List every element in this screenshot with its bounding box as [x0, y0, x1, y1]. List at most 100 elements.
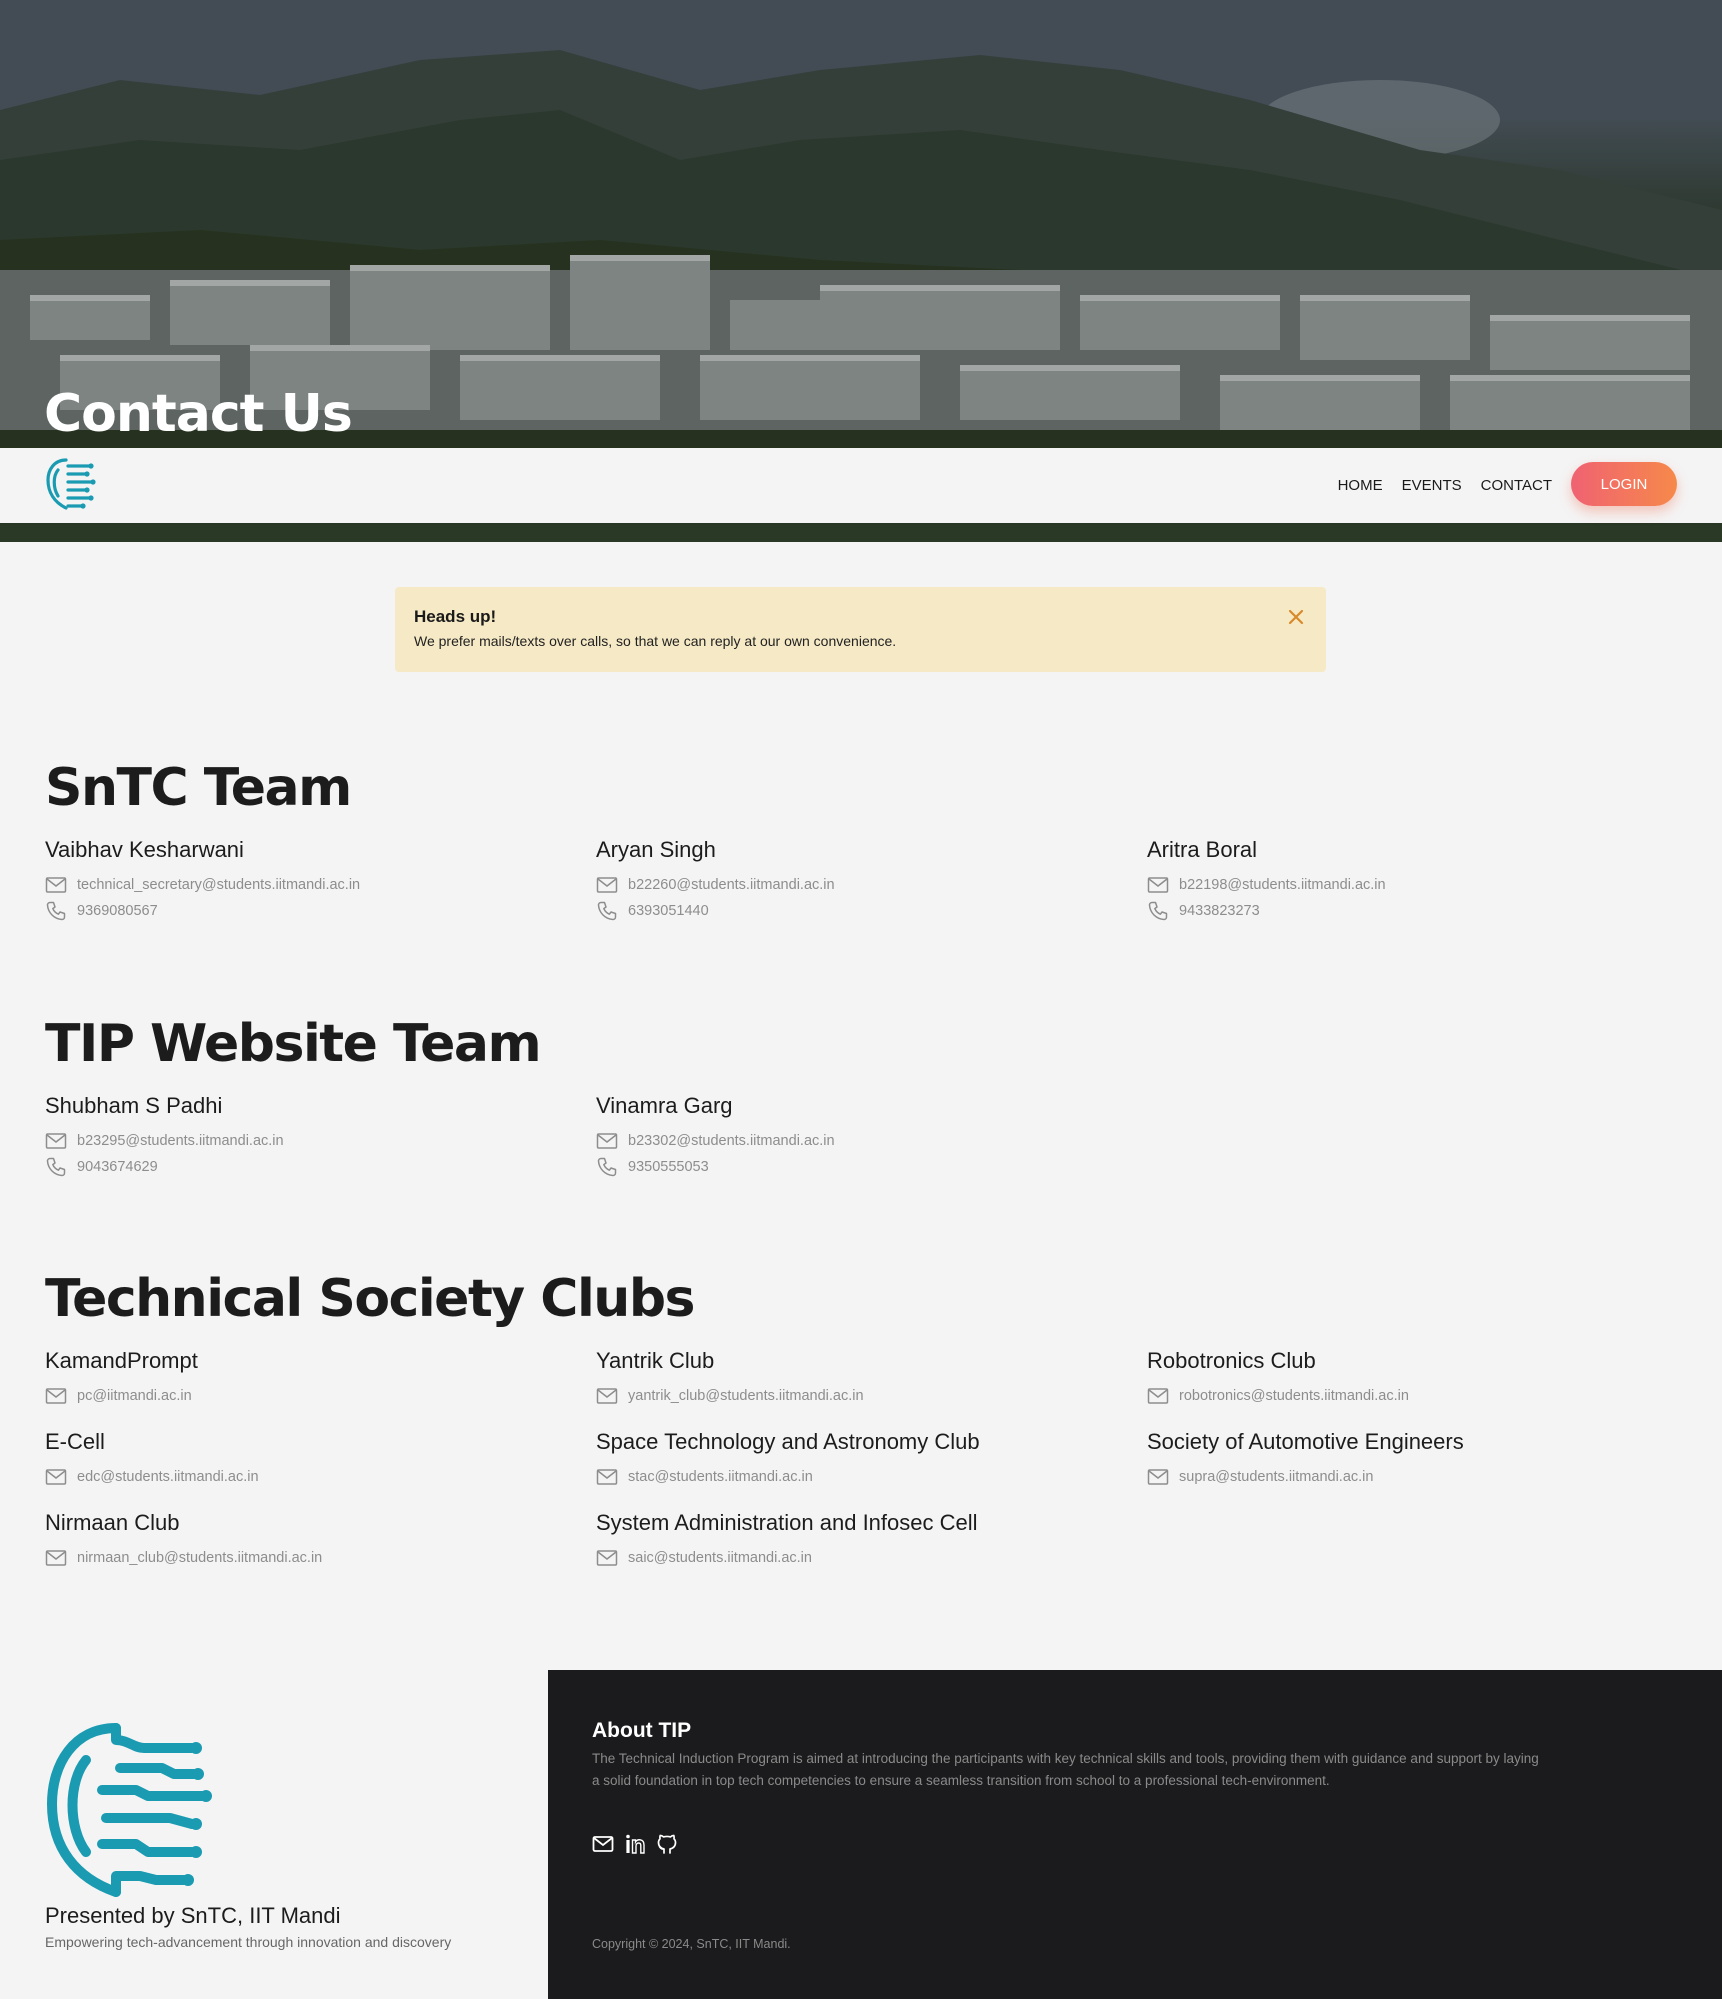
- mail-icon: [596, 1469, 618, 1485]
- contact-card: Yantrik Club yantrik_club@students.iitman…: [596, 1348, 1147, 1409]
- email-link[interactable]: yantrik_club@students.iitmandi.ac.in: [628, 1388, 864, 1404]
- login-button[interactable]: LOGIN: [1571, 462, 1677, 506]
- nav-contact-link[interactable]: CONTACT: [1481, 477, 1552, 494]
- email-link[interactable]: stac@students.iitmandi.ac.in: [628, 1469, 813, 1485]
- contact-name: Space Technology and Astronomy Club: [596, 1429, 980, 1454]
- contact-name: KamandPrompt: [45, 1348, 198, 1373]
- presented-by: Presented by SnTC, IIT Mandi: [45, 1903, 341, 1928]
- phone-row: 9350555053: [596, 1154, 1147, 1180]
- email-link[interactable]: robotronics@students.iitmandi.ac.in: [1179, 1388, 1409, 1404]
- section-tip-website-team: TIP Website Team Shubham S Padhi b23295@s…: [45, 1018, 1705, 1180]
- footer-about: About TIP The Technical Induction Progra…: [548, 1670, 1722, 1999]
- contact-card: Robotronics Club robotronics@students.iit…: [1147, 1348, 1698, 1409]
- email-row: edc@students.iitmandi.ac.in: [45, 1464, 596, 1490]
- email-link[interactable]: supra@students.iitmandi.ac.in: [1179, 1469, 1373, 1485]
- mail-icon: [1147, 877, 1169, 893]
- section-title: SnTC Team: [45, 758, 352, 818]
- section-title: Technical Society Clubs: [45, 1269, 696, 1329]
- social-links: [592, 1833, 678, 1855]
- email-link[interactable]: saic@students.iitmandi.ac.in: [628, 1550, 812, 1566]
- email-link[interactable]: b23302@students.iitmandi.ac.in: [628, 1133, 835, 1149]
- email-row: supra@students.iitmandi.ac.in: [1147, 1464, 1698, 1490]
- nav-events-link[interactable]: EVENTS: [1402, 477, 1462, 494]
- contact-name: Shubham S Padhi: [45, 1093, 223, 1118]
- section-sntc-team: SnTC Team Vaibhav Kesharwani technical_se…: [45, 762, 1705, 924]
- contact-grid: Vaibhav Kesharwani technical_secretary@st…: [45, 837, 1705, 924]
- contact-name: Vaibhav Kesharwani: [45, 837, 244, 862]
- phone-row: 9043674629: [45, 1154, 596, 1180]
- copyright: Copyright © 2024, SnTC, IIT Mandi.: [592, 1937, 791, 1951]
- email-row: b23302@students.iitmandi.ac.in: [596, 1128, 1147, 1154]
- email-link[interactable]: pc@iitmandi.ac.in: [77, 1388, 192, 1404]
- email-row: technical_secretary@students.iitmandi.ac…: [45, 872, 596, 898]
- about-title: About TIP: [592, 1719, 692, 1742]
- email-link[interactable]: technical_secretary@students.iitmandi.ac…: [77, 877, 360, 893]
- close-icon[interactable]: [1286, 607, 1306, 627]
- email-row: b23295@students.iitmandi.ac.in: [45, 1128, 596, 1154]
- mail-icon: [45, 1469, 67, 1485]
- phone-link[interactable]: 9433823273: [1179, 903, 1260, 919]
- section-title: TIP Website Team: [45, 1014, 542, 1074]
- contact-name: Society of Automotive Engineers: [1147, 1429, 1464, 1454]
- mail-icon: [596, 1550, 618, 1566]
- contact-card: E-Cell edc@students.iitmandi.ac.in: [45, 1429, 596, 1490]
- tagline: Empowering tech-advancement through inno…: [45, 1934, 452, 1950]
- about-text: The Technical Induction Program is aimed…: [592, 1751, 1539, 1788]
- linkedin-icon[interactable]: [624, 1833, 646, 1855]
- contact-card: Space Technology and Astronomy Club stac@…: [596, 1429, 1147, 1490]
- email-link[interactable]: b22198@students.iitmandi.ac.in: [1179, 877, 1386, 893]
- phone-icon: [1148, 901, 1168, 921]
- phone-row: 9369080567: [45, 898, 596, 924]
- email-link[interactable]: b23295@students.iitmandi.ac.in: [77, 1133, 284, 1149]
- contact-name: Aritra Boral: [1147, 837, 1258, 862]
- nav-home-link[interactable]: HOME: [1338, 477, 1383, 494]
- phone-link[interactable]: 6393051440: [628, 903, 709, 919]
- contact-card: Vaibhav Kesharwani technical_secretary@st…: [45, 837, 596, 924]
- contact-card: Aritra Boral b22198@students.iitmandi.ac.…: [1147, 837, 1698, 924]
- email-row: pc@iitmandi.ac.in: [45, 1383, 596, 1409]
- email-row: stac@students.iitmandi.ac.in: [596, 1464, 1147, 1490]
- navbar: HOME EVENTS CONTACT LOGIN: [0, 448, 1722, 523]
- mail-icon: [1147, 1469, 1169, 1485]
- phone-icon: [46, 1157, 66, 1177]
- contact-card: Society of Automotive Engineers supra@stu…: [1147, 1429, 1698, 1490]
- phone-icon: [46, 901, 66, 921]
- contact-name: E-Cell: [45, 1429, 105, 1454]
- nav-links: HOME EVENTS CONTACT: [1338, 448, 1552, 523]
- contact-card: KamandPrompt pc@iitmandi.ac.in: [45, 1348, 596, 1409]
- contact-card: Vinamra Garg b23302@students.iitmandi.ac.…: [596, 1093, 1147, 1180]
- mail-icon: [596, 1388, 618, 1404]
- mail-icon[interactable]: [592, 1833, 614, 1855]
- contact-name: Aryan Singh: [596, 837, 716, 862]
- page-title: Contact Us: [44, 384, 353, 444]
- contact-card: System Administration and Infosec Cell sa…: [596, 1510, 1147, 1571]
- alert-title: Heads up!: [414, 607, 497, 626]
- email-link[interactable]: nirmaan_club@students.iitmandi.ac.in: [77, 1550, 322, 1566]
- mail-icon: [596, 1133, 618, 1149]
- phone-icon: [597, 1157, 617, 1177]
- email-row: yantrik_club@students.iitmandi.ac.in: [596, 1383, 1147, 1409]
- mail-icon: [45, 1133, 67, 1149]
- contact-card: Aryan Singh b22260@students.iitmandi.ac.i…: [596, 837, 1147, 924]
- mail-icon: [596, 877, 618, 893]
- section-technical-society-clubs: Technical Society Clubs KamandPrompt pc@i…: [45, 1273, 1705, 1571]
- email-row: robotronics@students.iitmandi.ac.in: [1147, 1383, 1698, 1409]
- sntc-logo-large: [47, 1723, 212, 1897]
- contact-name: System Administration and Infosec Cell: [596, 1510, 978, 1535]
- phone-link[interactable]: 9350555053: [628, 1159, 709, 1175]
- email-row: b22260@students.iitmandi.ac.in: [596, 872, 1147, 898]
- sntc-logo[interactable]: [44, 456, 96, 514]
- phone-link[interactable]: 9043674629: [77, 1159, 158, 1175]
- alert-message: We prefer mails/texts over calls, so tha…: [414, 633, 897, 649]
- phone-row: 9433823273: [1147, 898, 1698, 924]
- email-row: b22198@students.iitmandi.ac.in: [1147, 872, 1698, 898]
- email-row: nirmaan_club@students.iitmandi.ac.in: [45, 1545, 596, 1571]
- contact-grid: KamandPrompt pc@iitmandi.ac.in Yantrik Clu…: [45, 1348, 1705, 1571]
- github-icon[interactable]: [656, 1833, 678, 1855]
- email-link[interactable]: b22260@students.iitmandi.ac.in: [628, 877, 835, 893]
- contact-name: Robotronics Club: [1147, 1348, 1316, 1373]
- mail-icon: [45, 1550, 67, 1566]
- phone-link[interactable]: 9369080567: [77, 903, 158, 919]
- contact-name: Nirmaan Club: [45, 1510, 180, 1535]
- email-link[interactable]: edc@students.iitmandi.ac.in: [77, 1469, 259, 1485]
